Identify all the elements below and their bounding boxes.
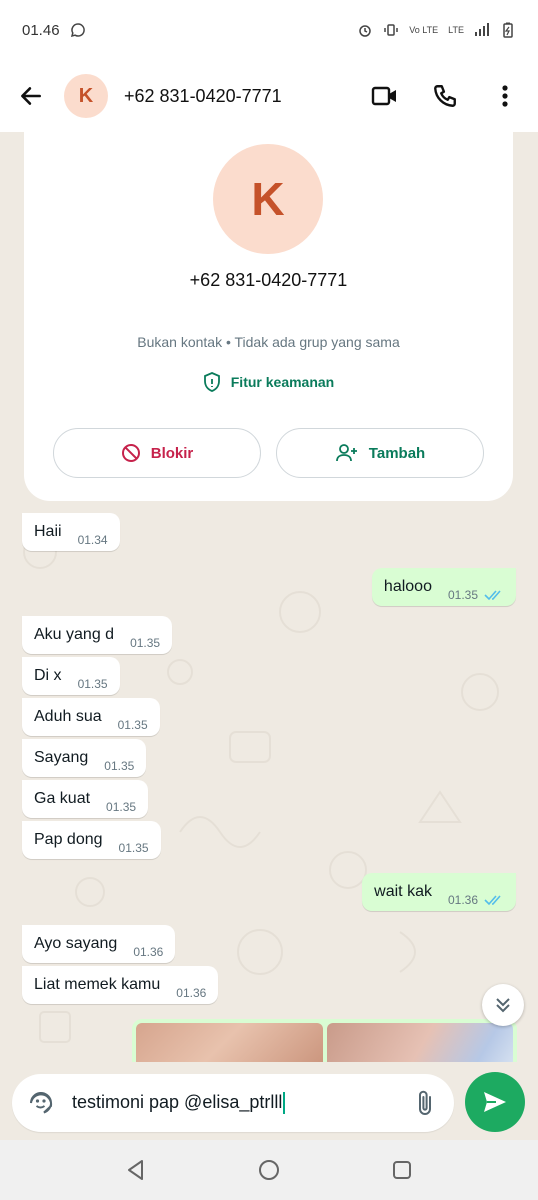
message-time: 01.36	[447, 893, 478, 907]
chat-header: K +62 831-0420-7771	[0, 60, 538, 132]
block-label: Blokir	[150, 444, 194, 462]
message-text: Haii	[34, 523, 62, 540]
message-text: Liat memek kamu	[34, 976, 161, 993]
message-time: 01.35	[447, 588, 478, 602]
attach-icon[interactable]	[410, 1088, 440, 1118]
message-text: Aku yang d	[34, 626, 115, 643]
chat-area[interactable]: K +62 831-0420-7771 Bukan kontak • Tidak…	[0, 132, 538, 1062]
add-contact-label: Tambah	[368, 444, 426, 462]
message-text: Di x	[34, 667, 62, 684]
profile-avatar[interactable]: K	[213, 144, 323, 254]
message-time: 01.35	[130, 636, 161, 650]
message-time: 01.35	[106, 800, 137, 814]
contact-info-card: K +62 831-0420-7771 Bukan kontak • Tidak…	[24, 132, 513, 501]
message-text: wait kak	[374, 883, 432, 900]
photo-thumbnail[interactable]	[326, 1023, 513, 1062]
message-time: 01.35	[77, 677, 108, 691]
profile-subtitle: Bukan kontak • Tidak ada grup yang sama	[137, 334, 400, 350]
message-text: Ga kuat	[34, 790, 91, 807]
add-contact-icon	[335, 444, 357, 462]
message-bubble[interactable]: Di x 01.35	[22, 657, 120, 695]
text-caret	[283, 1092, 286, 1115]
signal-icon	[475, 23, 489, 36]
message-text: halooo	[383, 578, 432, 595]
message-composer[interactable]: testimoni pap @elisa_ptrlll	[12, 1074, 454, 1132]
message-bubble[interactable]: Sayang 01.35	[22, 739, 147, 777]
nav-home-icon[interactable]	[249, 1150, 289, 1190]
battery-icon	[503, 22, 513, 38]
volte-label: Vo LTE	[409, 25, 439, 35]
message-bubble[interactable]: wait kak 01.36	[362, 873, 516, 911]
security-link[interactable]: Fitur keamanan	[24, 372, 513, 392]
vibrate-icon	[384, 24, 399, 36]
alarm-icon	[359, 25, 372, 37]
chat-bubble-icon	[70, 23, 85, 38]
chevron-double-down-icon[interactable]	[482, 984, 524, 1026]
message-text: Ayo sayang	[34, 935, 118, 952]
send-button[interactable]	[465, 1072, 525, 1132]
security-label: Fitur keamanan	[230, 374, 335, 390]
message-text: Pap dong	[34, 831, 103, 848]
message-bubble[interactable]: Ayo sayang 01.36	[22, 925, 176, 963]
message-input[interactable]: testimoni pap @elisa_ptrlll	[72, 1091, 410, 1115]
nav-recents-icon[interactable]	[382, 1150, 422, 1190]
message-time: 01.35	[117, 718, 148, 732]
message-time: 01.35	[118, 841, 149, 855]
back-arrow-icon[interactable]	[16, 81, 46, 111]
message-input-text: testimoni pap @elisa_ptrlll	[72, 1091, 283, 1112]
message-bubble[interactable]: halooo 01.35	[371, 568, 516, 606]
message-bubble[interactable]: Haii 01.34	[22, 513, 120, 551]
photo-thumbnail[interactable]	[136, 1023, 323, 1062]
video-call-icon[interactable]	[370, 81, 400, 111]
add-contact-button[interactable]: Tambah	[276, 428, 484, 478]
contact-name[interactable]: +62 831-0420-7771	[124, 86, 370, 107]
sticker-icon[interactable]	[26, 1088, 56, 1118]
header-avatar[interactable]: K	[64, 74, 108, 118]
message-text: Aduh sua	[34, 708, 102, 725]
status-time: 01.46	[22, 21, 60, 39]
message-time: 01.34	[77, 533, 108, 547]
phone-icon[interactable]	[430, 81, 460, 111]
message-time: 01.36	[133, 945, 164, 959]
status-bar: 01.46 Vo LTE LTE	[0, 0, 538, 60]
message-time: 01.36	[176, 986, 207, 1000]
message-bubble[interactable]: Pap dong 01.35	[22, 821, 161, 859]
send-icon	[484, 1092, 506, 1112]
media-message[interactable]	[132, 1019, 517, 1062]
message-bubble[interactable]: Aduh sua 01.35	[22, 698, 160, 736]
block-icon	[121, 444, 140, 462]
nav-back-icon[interactable]	[116, 1150, 156, 1190]
message-bubble[interactable]: Liat memek kamu 01.36	[22, 966, 219, 1004]
system-nav-bar	[0, 1140, 538, 1200]
message-bubble[interactable]: Aku yang d 01.35	[22, 616, 173, 654]
profile-phone: +62 831-0420-7771	[189, 270, 348, 290]
message-text: Sayang	[34, 749, 89, 766]
lte-label: LTE	[448, 25, 464, 35]
shield-icon	[203, 372, 220, 392]
more-icon[interactable]	[490, 81, 520, 111]
block-button[interactable]: Blokir	[53, 428, 261, 478]
message-bubble[interactable]: Ga kuat 01.35	[22, 780, 149, 818]
status-icons: Vo LTE LTE	[357, 22, 516, 38]
double-check-icon	[484, 589, 504, 601]
message-time: 01.35	[104, 759, 135, 773]
double-check-icon	[484, 894, 504, 906]
